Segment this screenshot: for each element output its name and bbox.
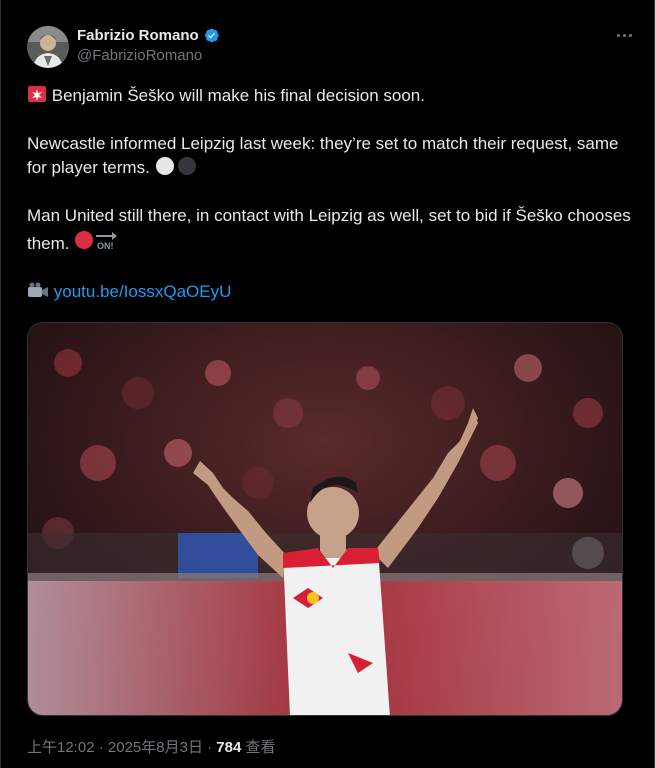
meta-separator-2: ·	[202, 739, 217, 756]
white-and-black-circles-icon	[155, 157, 196, 175]
views-label: 查看	[245, 739, 276, 756]
siren-icon	[28, 86, 46, 102]
red-circle-and-on-arrow-icon: ON!	[75, 231, 118, 251]
author-names: Fabrizio Romano @FabrizioRomano	[77, 27, 220, 64]
meta-separator: ·	[94, 739, 108, 756]
tweet-line-2: Newcastle informed Leipzig last week: th…	[27, 132, 632, 180]
more-options-button[interactable]	[610, 26, 638, 44]
more-dot	[628, 33, 632, 37]
tweet-card: Fabrizio Romano @FabrizioRomano Benjamin…	[0, 0, 655, 768]
view-count: 784	[216, 739, 242, 756]
tweet-line-1-text: Benjamin Šeško will make his final decis…	[51, 86, 425, 105]
player-celebration-photo	[28, 323, 622, 715]
youtube-link[interactable]: youtu.be/IossxQaOEyU	[54, 282, 232, 301]
tweet-line-2-text: Newcastle informed Leipzig last week: th…	[27, 134, 619, 177]
tweet-header: Fabrizio Romano @FabrizioRomano	[27, 24, 638, 70]
tweet-line-3: Man United still there, in contact with …	[27, 204, 632, 256]
tweet-media-photo[interactable]	[27, 322, 623, 716]
tweet-time[interactable]: 上午12:02	[27, 739, 95, 756]
author-avatar[interactable]	[27, 26, 69, 68]
author-handle[interactable]: @FabrizioRomano	[77, 47, 220, 64]
tweet-text: Benjamin Šeško will make his final decis…	[27, 84, 632, 304]
more-options-icon	[616, 33, 620, 37]
on-badge-text: ON!	[97, 241, 114, 251]
tweet-link-line: youtu.be/IossxQaOEyU	[27, 280, 632, 304]
avatar-photo-icon	[27, 26, 69, 68]
tweet-date[interactable]: 2025年8月3日	[108, 739, 203, 756]
verified-badge-icon	[204, 28, 219, 43]
camera-icon	[28, 282, 48, 297]
tweet-line-1: Benjamin Šeško will make his final decis…	[27, 84, 632, 108]
more-dot	[622, 33, 626, 37]
tweet-meta: 上午12:02 · 2025年8月3日 · 784 查看	[27, 736, 276, 757]
author-display-name[interactable]: Fabrizio Romano	[77, 27, 199, 44]
